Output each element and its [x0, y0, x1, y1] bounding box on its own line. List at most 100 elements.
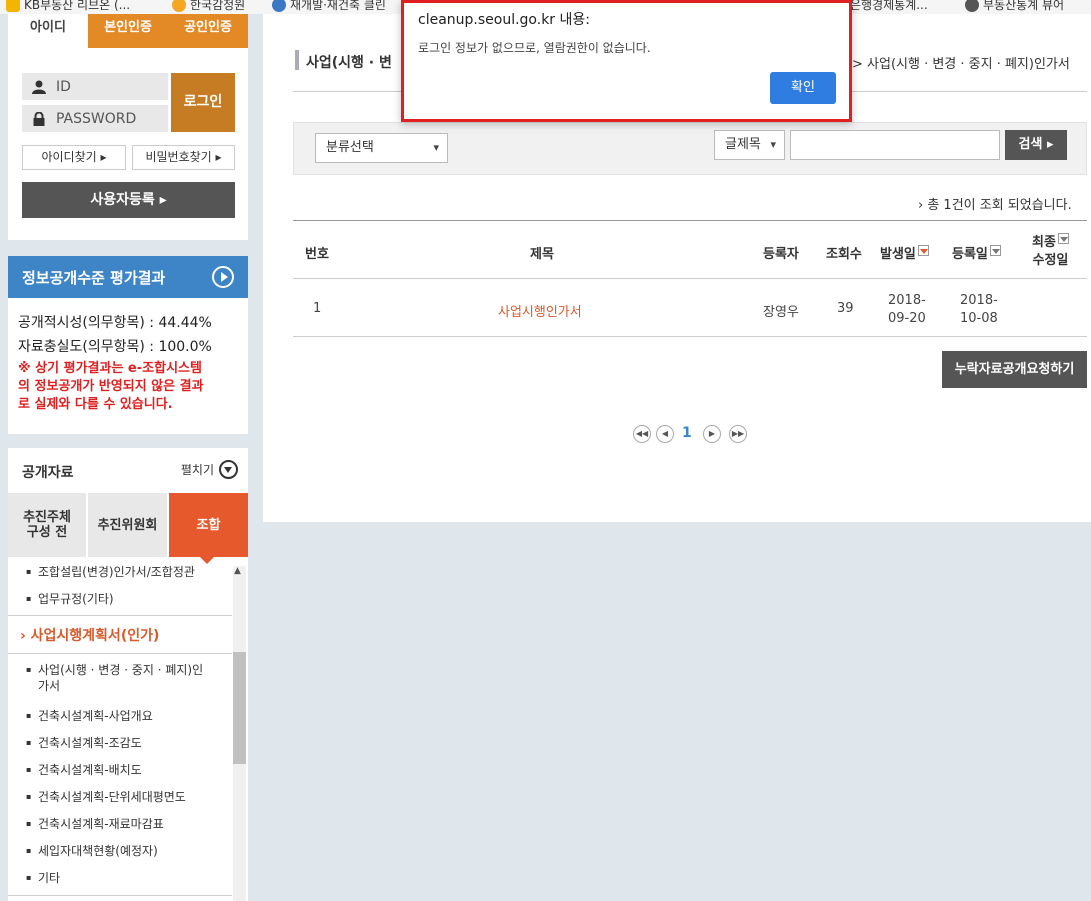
page-number[interactable]: 1: [682, 425, 692, 441]
alert-dialog: cleanup.seoul.go.kr 내용: 로그인 정보가 없으므로, 열람…: [401, 0, 852, 122]
row-views: 39: [837, 301, 854, 316]
list-item[interactable]: 건축시설계획-재료마감표: [26, 816, 222, 832]
bookmark-label: 은행경제통계...: [850, 0, 928, 12]
register-label: 사용자등록: [90, 192, 155, 208]
cleanup-icon: [272, 0, 286, 12]
search-label: 검색: [1018, 137, 1043, 152]
ok-button[interactable]: 확인: [770, 72, 836, 104]
kab-icon: [172, 0, 186, 12]
next-page-icon[interactable]: ▶: [703, 425, 721, 443]
tab-pre-formation[interactable]: 추진주체 구성 전: [8, 493, 86, 557]
search-button[interactable]: 검색 ▸: [1005, 130, 1067, 160]
find-password-label: 비밀번호찾기: [145, 150, 212, 164]
evaluation-header[interactable]: 정보공개수준 평가결과: [8, 256, 248, 298]
search-field-select[interactable]: 글제목: [714, 130, 785, 160]
evaluation-note: 의 정보공개가 반영되지 않은 결과: [18, 379, 204, 394]
evaluation-note: ※ 상기 평가결과는 e-조합시스템: [18, 361, 202, 376]
list-item[interactable]: 건축시설계획-단위세대평면도: [26, 789, 222, 805]
search-input[interactable]: [790, 130, 1000, 160]
dialog-title: cleanup.seoul.go.kr 내용:: [418, 12, 590, 28]
id-placeholder: ID: [56, 78, 71, 95]
list-item[interactable]: 건축시설계획-배치도: [26, 762, 222, 778]
tab-cert-auth[interactable]: 공인인증: [168, 14, 248, 48]
list-item-label: 사업(시행 · 변경 · 중지 · 폐지)인: [38, 663, 204, 677]
divider: [8, 615, 232, 616]
dialog-message: 로그인 정보가 없으므로, 열람권한이 없습니다.: [418, 41, 651, 55]
list-item-label: 건축시설계획-사업개요: [38, 709, 153, 723]
divider: [293, 336, 1087, 337]
list-item[interactable]: 기타: [26, 870, 222, 886]
scroll-up-icon[interactable]: ▲: [234, 566, 241, 576]
first-page-icon[interactable]: ◀◀: [633, 425, 651, 443]
expand-label: 펼치기: [180, 463, 214, 477]
date-part: 2018-: [888, 293, 926, 308]
row-no: 1: [313, 301, 322, 316]
arrow-right-circle-icon[interactable]: [212, 266, 234, 288]
register-button[interactable]: 사용자등록 ▸: [22, 182, 235, 218]
list-item[interactable]: 세입자대책현황(예정자): [26, 843, 222, 859]
tab-union[interactable]: 조합: [169, 493, 248, 564]
bookmark-ecos[interactable]: 은행경제통계...: [850, 0, 928, 13]
bookmark-kab[interactable]: 한국감정원: [172, 0, 245, 13]
sidebar: 아이디 본인인증 공인인증 ID PASSWORD 로그인 아이디찾기 ▸ 비밀…: [8, 14, 248, 901]
bookmark-kb[interactable]: KB부동산 리브온 (...: [6, 0, 130, 13]
list-item-label: 업무규정(기타): [38, 592, 114, 606]
row-date-occurred: 2018- 09-20: [888, 292, 926, 328]
completeness-score: 자료충실도(의무항목) : 100.0%: [18, 339, 212, 355]
find-password-button[interactable]: 비밀번호찾기 ▸: [132, 145, 235, 170]
password-field[interactable]: PASSWORD: [22, 105, 168, 132]
chevron-down-circle-icon: [219, 460, 238, 479]
page-title: 사업(시행 · 변: [306, 55, 392, 71]
list-item-label: 건축시설계획-단위세대평면도: [38, 790, 186, 804]
scrollbar-thumb[interactable]: [233, 652, 246, 764]
evaluation-box: 정보공개수준 평가결과 공개적시성(의무항목) : 44.44% 자료충실도(의…: [8, 256, 248, 434]
date-part: 10-08: [960, 311, 998, 326]
evaluation-note: 로 실제와 다를 수 있습니다.: [18, 397, 173, 412]
last-page-icon[interactable]: ▶▶: [729, 425, 747, 443]
sort-icon[interactable]: [1057, 233, 1069, 244]
result-count: › 총 1건이 조회 되었습니다.: [918, 198, 1072, 213]
header-label: 발생일: [880, 247, 916, 262]
id-field[interactable]: ID: [22, 73, 168, 100]
tab-label: 조합: [196, 517, 221, 533]
tab-label: 구성 전: [26, 525, 68, 540]
header-date-registered[interactable]: 등록일: [952, 243, 1001, 262]
list-item[interactable]: 조합설립(변경)인가서/조합정관: [26, 564, 222, 580]
login-button[interactable]: 로그인: [171, 73, 235, 132]
row-date-registered: 2018- 10-08: [960, 292, 998, 328]
user-icon: [32, 80, 46, 94]
date-part: 2018-: [960, 293, 998, 308]
date-part: 09-20: [888, 311, 926, 326]
list-item[interactable]: 건축시설계획-사업개요: [26, 708, 222, 724]
bookmark-label: 부동산통계 뷰어: [983, 0, 1065, 12]
header-date-occurred[interactable]: 발생일: [880, 243, 929, 262]
sort-icon[interactable]: [989, 245, 1001, 256]
expand-button[interactable]: 펼치기: [181, 460, 238, 479]
find-id-button[interactable]: 아이디찾기 ▸: [22, 145, 126, 170]
prev-page-icon[interactable]: ◀: [656, 425, 674, 443]
request-missing-data-button[interactable]: 누락자료공개요청하기: [942, 351, 1087, 388]
section-label: 사업시행계획서(인가): [30, 628, 160, 644]
tab-committee[interactable]: 추진위원회: [88, 493, 167, 557]
category-select[interactable]: 분류선택: [315, 133, 448, 163]
list-item[interactable]: 사업(시행 · 변경 · 중지 · 폐지)인가서: [26, 662, 222, 694]
header-views: 조회수: [826, 247, 862, 262]
tab-self-auth[interactable]: 본인인증: [88, 14, 168, 48]
list-item-label: 조합설립(변경)인가서/조합정관: [38, 565, 195, 579]
header-no: 번호: [305, 247, 329, 262]
list-item[interactable]: 업무규정(기타): [26, 591, 222, 607]
list-item[interactable]: 건축시설계획-조감도: [26, 735, 222, 751]
sort-icon[interactable]: [917, 245, 929, 256]
divider: [293, 278, 1087, 279]
bookmark-stat[interactable]: 부동산통계 뷰어: [965, 0, 1064, 13]
list-item-label: 가서: [38, 679, 61, 693]
header-last-modified[interactable]: 최종 수정일: [1032, 233, 1069, 270]
section-business-plan[interactable]: › 사업시행계획서(인가): [20, 625, 159, 645]
login-tabs: 아이디 본인인증 공인인증: [8, 14, 248, 48]
breadcrumb: > 사업(시행 · 변경 · 중지 · 폐지)인가서: [852, 57, 1070, 72]
bookmark-cleanup[interactable]: 재개발·재건축 클린: [272, 0, 386, 13]
list-item-label: 건축시설계획-조감도: [38, 736, 142, 750]
row-title-link[interactable]: 사업시행인가서: [498, 301, 582, 320]
tab-id-login[interactable]: 아이디: [8, 14, 88, 48]
divider: [8, 895, 232, 896]
